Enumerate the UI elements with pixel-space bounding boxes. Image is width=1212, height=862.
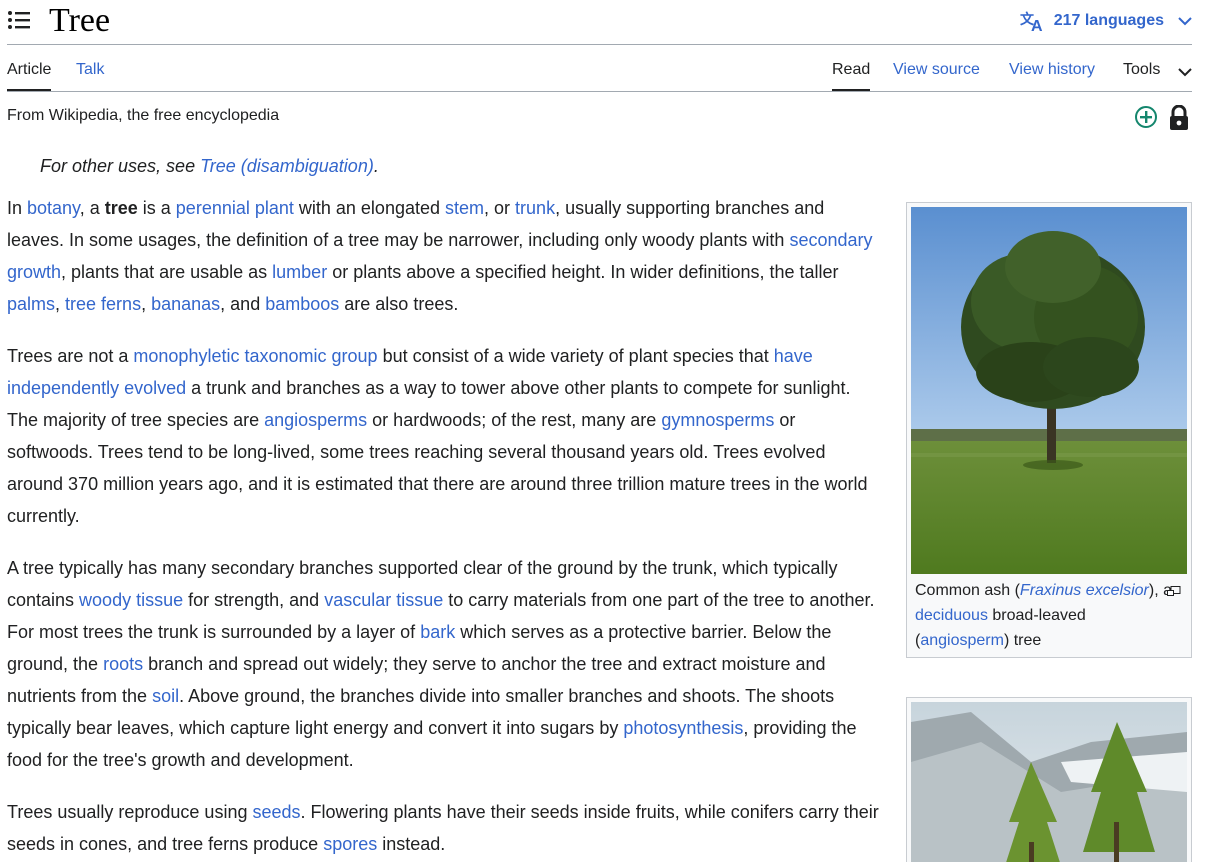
link-deciduous[interactable]: deciduous — [915, 607, 988, 624]
link-palms[interactable]: palms — [7, 294, 55, 314]
text: is a — [137, 198, 176, 218]
tools-label: Tools — [1123, 61, 1161, 78]
link-soil[interactable]: soil — [152, 686, 179, 706]
figure-common-ash: Common ash (Fraxinus excelsior), a decid… — [906, 202, 1192, 658]
language-button[interactable]: 文 A 217 languages — [1020, 8, 1192, 34]
tab-view-history[interactable]: View history — [1009, 45, 1095, 90]
toc-icon[interactable] — [7, 9, 31, 31]
link-fraxinus-excelsior[interactable]: Fraxinus excelsior — [1020, 582, 1149, 599]
translate-icon: 文 A — [1020, 10, 1046, 32]
text: or plants above a specified height. In w… — [327, 262, 839, 282]
paragraph-structure: A tree typically has many secondary bran… — [7, 552, 885, 776]
link-roots[interactable]: roots — [103, 654, 143, 674]
link-bark[interactable]: bark — [420, 622, 455, 642]
text: or hardwoods; of the rest, many are — [367, 410, 662, 430]
link-bamboos[interactable]: bamboos — [265, 294, 339, 314]
link-lumber[interactable]: lumber — [272, 262, 327, 282]
chevron-down-icon[interactable] — [1178, 64, 1192, 82]
text: , or — [484, 198, 516, 218]
tab-read[interactable]: Read — [832, 45, 871, 91]
caption-text: Common ash ( — [915, 582, 1020, 599]
link-seeds[interactable]: seeds — [252, 802, 300, 822]
figure-larch — [906, 697, 1192, 862]
paragraph-intro: In botany, a tree is a perennial plant w… — [7, 192, 885, 320]
text: , plants that are usable as — [61, 262, 273, 282]
chevron-down-icon — [1178, 16, 1192, 26]
text: , and — [220, 294, 266, 314]
text: Trees usually reproduce using — [7, 802, 253, 822]
hatnote-text: For other uses, see — [40, 156, 201, 176]
tab-view-source[interactable]: View source — [893, 45, 980, 90]
tab-talk[interactable]: Talk — [76, 45, 104, 90]
svg-text:A: A — [1031, 18, 1043, 32]
link-woody-tissue[interactable]: woody tissue — [79, 590, 183, 610]
tabs-bar: Article Talk Read View source View histo… — [7, 45, 1192, 92]
page-title: Tree — [49, 2, 111, 39]
languages-label: 217 languages — [1053, 12, 1164, 29]
link-vascular-tissue[interactable]: vascular tissue — [324, 590, 443, 610]
tools-menu[interactable]: Tools — [1123, 45, 1160, 90]
link-angiosperm[interactable]: angiosperm — [920, 632, 1004, 649]
link-gymnosperms[interactable]: gymnosperms — [661, 410, 774, 430]
bold-term: tree — [104, 198, 138, 218]
text: Trees are not a — [7, 346, 134, 366]
link-monophyletic[interactable]: monophyletic — [133, 346, 239, 366]
text: but consist of a wide variety of plant s… — [377, 346, 774, 366]
link-bananas[interactable]: bananas — [151, 294, 220, 314]
enlarge-icon[interactable] — [1167, 580, 1181, 605]
paragraph-reproduction: Trees usually reproduce using seeds. Flo… — [7, 796, 885, 860]
ash-tree-image[interactable] — [911, 207, 1187, 574]
site-tagline: From Wikipedia, the free encyclopedia — [7, 107, 280, 124]
lock-icon[interactable] — [1169, 104, 1189, 136]
link-botany[interactable]: botany — [27, 198, 80, 218]
text: , a — [79, 198, 105, 218]
text: with an elongated — [293, 198, 446, 218]
page-header: Tree 文 A 217 languages — [7, 0, 1192, 45]
link-trunk[interactable]: trunk — [515, 198, 555, 218]
link-photosynthesis[interactable]: photosynthesis — [623, 718, 743, 738]
tab-article[interactable]: Article — [7, 45, 52, 91]
text: instead. — [377, 834, 446, 854]
text: , — [141, 294, 152, 314]
article-body: In botany, a tree is a perennial plant w… — [7, 192, 885, 862]
text: are also trees. — [339, 294, 459, 314]
watch-plus-icon[interactable] — [1134, 105, 1158, 134]
figure-caption: Common ash (Fraxinus excelsior), a decid… — [907, 574, 1191, 657]
disambiguation-link[interactable]: Tree (disambiguation) — [200, 156, 374, 176]
link-spores[interactable]: spores — [323, 834, 377, 854]
larch-tree-image[interactable] — [911, 702, 1187, 862]
caption-text: ) tree — [1003, 632, 1042, 649]
link-stem[interactable]: stem — [445, 198, 484, 218]
hatnote: For other uses, see Tree (disambiguation… — [40, 155, 379, 177]
link-tree-ferns[interactable]: tree ferns — [65, 294, 141, 314]
text: for strength, and — [183, 590, 325, 610]
paragraph-evolution: Trees are not a monophyletic taxonomic g… — [7, 340, 885, 532]
link-angiosperms[interactable]: angiosperms — [264, 410, 367, 430]
text: In — [7, 198, 28, 218]
text: , — [55, 294, 66, 314]
hatnote-text: . — [373, 156, 379, 176]
link-perennial-plant[interactable]: perennial plant — [176, 198, 294, 218]
link-taxonomic-group[interactable]: taxonomic group — [244, 346, 377, 366]
